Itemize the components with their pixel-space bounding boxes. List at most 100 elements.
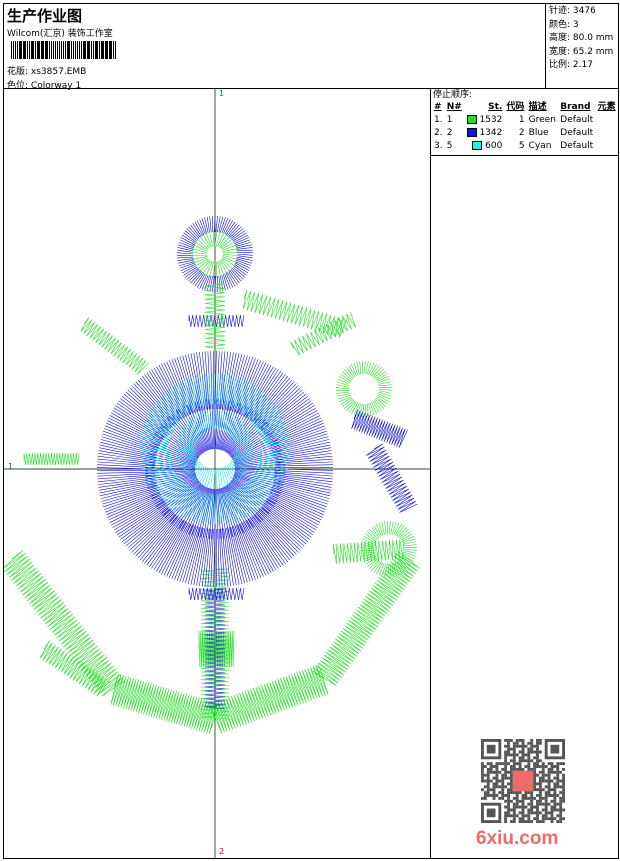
qr-module: [524, 820, 528, 823]
qr-module: [504, 811, 508, 815]
table-row[interactable]: 1. 1 1532 1 Green Default: [432, 114, 618, 127]
qr-module: [556, 785, 560, 789]
qr-module: [504, 762, 508, 766]
design-canvas: 1 1 2: [1, 89, 430, 858]
barcode-bar: [57, 41, 58, 59]
qr-module: [504, 785, 508, 789]
qr-module: [547, 817, 551, 821]
qr-module: [504, 744, 508, 748]
qr-module: [536, 750, 539, 754]
qr-module: [547, 791, 551, 795]
qr-module: [509, 779, 513, 783]
barcode-bar: [73, 41, 74, 59]
qr-module: [533, 770, 537, 774]
qr-module: [495, 785, 499, 789]
barcode-bar: [71, 41, 72, 59]
barcode-bar: [79, 41, 80, 59]
row-index: 2.: [434, 128, 443, 138]
qr-module: [501, 767, 505, 771]
stitch-count: 针迹: 3476: [549, 6, 596, 16]
qr-module: [521, 794, 525, 797]
qr-module: [515, 814, 519, 818]
col-needle: N#: [446, 102, 462, 112]
qr-module: [512, 741, 516, 745]
qr-module: [562, 785, 565, 789]
qr-module: [533, 788, 537, 792]
divider: [431, 155, 619, 156]
qr-module: [530, 767, 534, 771]
qr-module: [507, 794, 510, 797]
qr-module: [486, 785, 490, 789]
qr-module: [530, 808, 534, 812]
qr-module: [559, 814, 563, 818]
qr-module: [489, 767, 493, 771]
qr-module: [544, 791, 548, 795]
qr-module: [530, 794, 534, 797]
qr-module: [512, 744, 516, 748]
barcode-bar: [101, 41, 104, 59]
qr-module: [518, 759, 522, 763]
qr-module: [521, 747, 525, 751]
qr-module: [504, 799, 508, 803]
qr-module: [533, 805, 537, 809]
row-needle: 1: [446, 115, 453, 125]
qr-module: [512, 796, 516, 800]
stitch-path: [290, 311, 356, 356]
qr-module: [509, 814, 513, 818]
qr-module: [547, 785, 551, 789]
qr-module: [530, 759, 534, 763]
table-row[interactable]: 2. 2 1342 2 Blue Default: [432, 127, 618, 140]
qr-module: [550, 814, 554, 818]
qr-module: [533, 744, 537, 748]
barcode-bar: [77, 41, 78, 59]
qr-module: [518, 750, 522, 754]
qr-module: [501, 788, 505, 792]
qr-module: [562, 817, 565, 821]
qr-module: [509, 753, 513, 757]
qr-module: [481, 762, 484, 766]
barcode-bar: [95, 41, 98, 59]
qr-module: [524, 753, 528, 757]
table-row[interactable]: 3. 5 600 5 Cyan Default: [432, 140, 618, 153]
qr-module: [559, 791, 563, 795]
qr-module: [530, 796, 534, 800]
qr-module: [486, 779, 490, 783]
qr-module: [527, 767, 531, 771]
row-code: 2: [518, 128, 525, 138]
qr-module: [562, 808, 565, 812]
qr-module: [541, 820, 545, 823]
qr-module: [536, 808, 539, 812]
qr-module: [536, 765, 539, 768]
qr-module: [512, 820, 516, 823]
qr-module: [556, 762, 560, 766]
qr-module: [550, 788, 554, 792]
qr-module: [507, 744, 510, 748]
barcode-bar: [55, 41, 56, 59]
qr-module: [527, 762, 531, 766]
row-stitches: 1342: [479, 128, 503, 138]
qr-module: [533, 796, 537, 800]
qr-module: [504, 776, 508, 780]
qr-module: [527, 796, 531, 800]
qr-module: [498, 785, 502, 789]
qr-module: [544, 808, 548, 812]
qr-module: [536, 762, 539, 766]
qr-module: [483, 791, 487, 795]
qr-module: [512, 765, 516, 768]
qr-module: [486, 788, 490, 792]
barcode-bar: [87, 41, 90, 59]
qr-module: [538, 788, 542, 792]
qr-module: [512, 767, 516, 771]
qr-module: [486, 782, 490, 786]
qr-module: [498, 791, 502, 795]
qr-module: [556, 814, 560, 818]
qr-module: [536, 741, 539, 745]
qr-module: [504, 805, 508, 809]
qr-module: [507, 782, 510, 786]
qr-module: [541, 767, 545, 771]
qr-module: [559, 811, 563, 815]
qr-module: [504, 739, 508, 742]
qr-module: [547, 782, 551, 786]
qr-module: [527, 791, 531, 795]
qr-module: [495, 765, 499, 768]
